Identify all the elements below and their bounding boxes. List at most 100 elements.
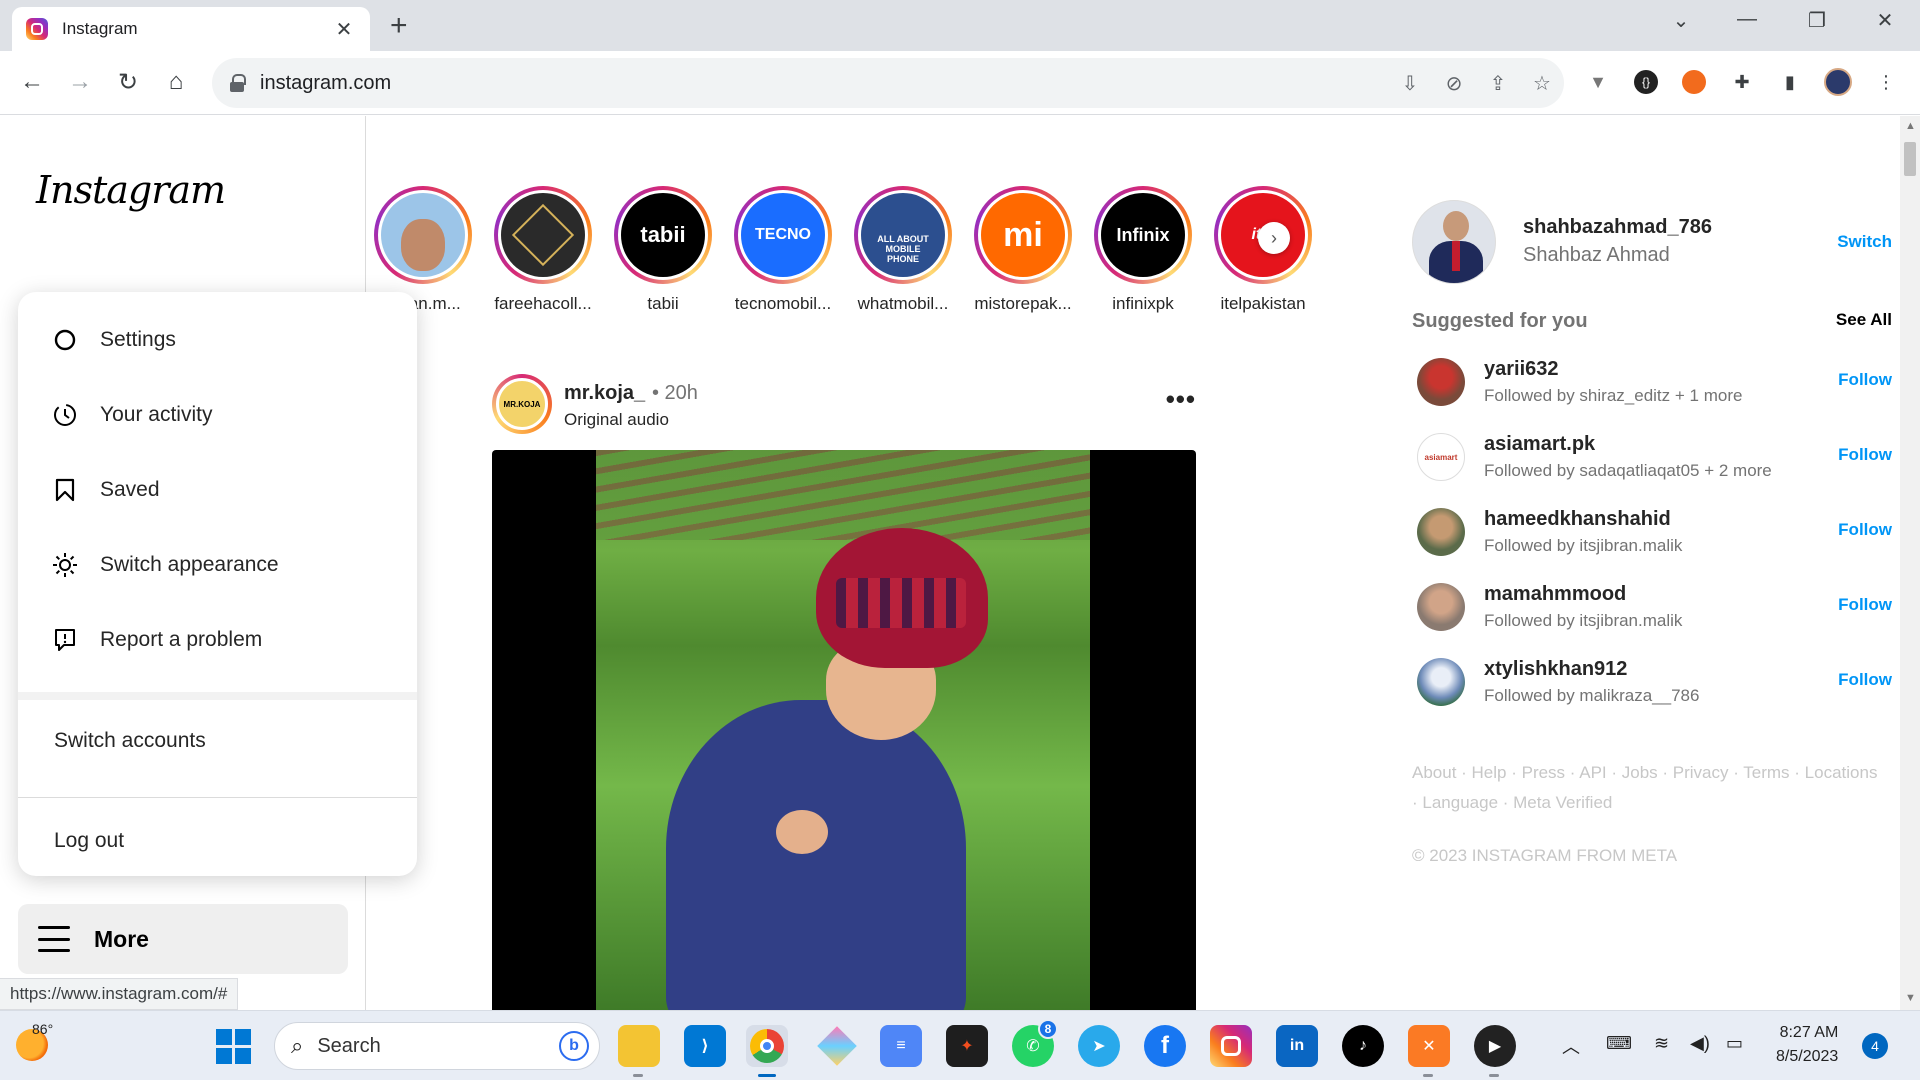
story-item[interactable]: Infinix infinixpk [1088,186,1198,314]
post-video[interactable] [492,450,1196,1010]
scroll-down-icon[interactable]: ▼ [1905,992,1916,1004]
follow-button[interactable]: Follow [1838,595,1892,615]
system-clock[interactable]: 8:27 AM 8/5/2023 [1776,1021,1838,1069]
figma-icon[interactable]: ✦ [946,1025,988,1067]
address-bar[interactable]: instagram.com ⇩ ⊘ ⇪ ☆ [212,58,1564,108]
media-player-icon[interactable]: ▶ [1474,1025,1516,1077]
menu-item-saved[interactable]: Saved [18,460,417,520]
forward-button[interactable]: → [62,64,98,100]
facebook-icon[interactable]: f [1144,1025,1186,1067]
suggestion-row: yarii632 Followed by shiraz_editz + 1 mo… [1412,354,1892,410]
install-app-icon[interactable]: ⇩ [1388,71,1432,96]
diamond-app-icon[interactable] [816,1025,858,1067]
notification-badge[interactable]: 4 [1862,1033,1888,1059]
instagram-icon[interactable] [1210,1025,1252,1067]
footer-links[interactable]: About · Help · Press · API · Jobs · Priv… [1412,758,1882,818]
browser-menu-icon[interactable]: ⋮ [1870,66,1902,98]
post-avatar[interactable]: MR.KOJA [492,374,552,434]
suggestion-username[interactable]: mamahmmood [1484,583,1626,606]
menu-item-settings[interactable]: Settings [18,310,417,370]
tiktok-icon[interactable]: ♪ [1342,1025,1384,1067]
profile-avatar[interactable] [1412,200,1496,284]
suggestion-username[interactable]: xtylishkhan912 [1484,658,1627,681]
suggestion-avatar[interactable] [1417,583,1465,631]
back-button[interactable]: ← [14,64,50,100]
suggestion-username[interactable]: hameedkhanshahid [1484,508,1671,531]
more-button[interactable]: More [18,904,348,974]
battery-icon[interactable]: ▭ [1726,1033,1743,1054]
follow-button[interactable]: Follow [1838,520,1892,540]
suggestion-avatar[interactable]: asiamart [1417,433,1465,481]
share-icon[interactable]: ⇪ [1476,71,1520,96]
switch-button[interactable]: Switch [1837,232,1892,252]
xampp-icon[interactable]: ✕ [1408,1025,1450,1077]
follow-button[interactable]: Follow [1838,670,1892,690]
keyboard-icon[interactable]: ⌨ [1606,1033,1632,1054]
bookmark-star-icon[interactable]: ☆ [1520,71,1564,96]
home-button[interactable]: ⌂ [158,64,194,100]
suggestion-username[interactable]: yarii632 [1484,358,1559,381]
post-options-icon[interactable]: ••• [1166,384,1196,415]
extension-v-icon[interactable]: ▼ [1582,66,1614,98]
show-hidden-icons-icon[interactable]: ︿ [1562,1033,1580,1059]
follow-button[interactable]: Follow [1838,370,1892,390]
url-text[interactable]: instagram.com [260,72,1388,95]
tab-search-icon[interactable]: ⌄ [1666,8,1696,33]
extension-orange-icon[interactable] [1678,66,1710,98]
story-item[interactable]: fareehacoll... [488,186,598,314]
telegram-icon[interactable]: ➤ [1078,1025,1120,1067]
linkedin-icon[interactable]: in [1276,1025,1318,1067]
volume-icon[interactable]: ◀) [1690,1033,1710,1054]
side-panel-icon[interactable]: ▮ [1774,66,1806,98]
scroll-up-icon[interactable]: ▲ [1905,120,1916,132]
whatsapp-icon[interactable]: ✆ 8 [1012,1019,1058,1067]
taskbar-search[interactable]: ⌕ Search b [274,1022,600,1070]
notepad-icon[interactable]: ≡ [880,1025,922,1067]
story-avatar-text: Infinix [1116,224,1170,245]
suggestion-username[interactable]: asiamart.pk [1484,433,1595,456]
log-out-button[interactable]: Log out [54,829,124,853]
browser-tab[interactable]: Instagram ✕ [12,7,370,51]
close-window-button[interactable]: ✕ [1870,8,1900,33]
lock-icon[interactable] [230,74,246,92]
story-item[interactable]: mi mistorepak... [968,186,1078,314]
switch-accounts-button[interactable]: Switch accounts [54,729,206,753]
tracking-blocked-icon[interactable]: ⊘ [1432,71,1476,96]
suggestion-avatar[interactable] [1417,358,1465,406]
restore-button[interactable]: ❐ [1802,8,1832,33]
scroll-thumb[interactable] [1904,142,1916,176]
profile-avatar[interactable] [1822,66,1854,98]
story-item[interactable]: TECNO tecnomobil... [728,186,838,314]
gear-icon [52,327,78,353]
post-audio[interactable]: Original audio [564,410,669,430]
menu-item-switch-appearance[interactable]: Switch appearance [18,535,417,595]
post-avatar-text: MR.KOJA [503,399,541,409]
suggestion-avatar[interactable] [1417,508,1465,556]
stories-next-icon[interactable]: › [1258,222,1290,254]
menu-divider [18,797,417,798]
chrome-icon[interactable] [746,1025,788,1077]
vscode-icon[interactable]: ⟩ [684,1025,726,1067]
minimize-button[interactable]: — [1732,8,1762,31]
taskbar: 86° ⌕ Search b ⟩ ≡ ✦ ✆ 8 ➤ f in ♪ ✕ ▶ ︿ ⌨… [0,1010,1920,1080]
wifi-icon[interactable]: ≋ [1654,1033,1669,1054]
menu-item-your-activity[interactable]: Your activity [18,385,417,445]
weather-temperature[interactable]: 86° [32,1021,53,1037]
reload-button[interactable]: ↻ [110,64,146,100]
new-tab-button[interactable]: + [390,11,408,41]
see-all-link[interactable]: See All [1836,310,1892,330]
story-item[interactable]: ALL ABOUT MOBILE PHONE whatmobil... [848,186,958,314]
extension-json-icon[interactable]: {} [1630,66,1662,98]
instagram-logo[interactable]: Instagram [36,168,226,212]
tab-close-icon[interactable]: ✕ [332,17,356,42]
start-button[interactable] [212,1025,254,1067]
page-scrollbar[interactable]: ▲ ▼ [1900,116,1920,1010]
menu-item-report-problem[interactable]: Report a problem [18,610,417,670]
profile-username[interactable]: shahbazahmad_786 [1523,216,1712,239]
file-explorer-icon[interactable] [618,1025,660,1077]
post-username[interactable]: mr.koja_ [564,382,645,405]
suggestion-avatar[interactable] [1417,658,1465,706]
follow-button[interactable]: Follow [1838,445,1892,465]
extensions-puzzle-icon[interactable]: ✚ [1726,66,1758,98]
story-item[interactable]: tabii tabii [608,186,718,314]
